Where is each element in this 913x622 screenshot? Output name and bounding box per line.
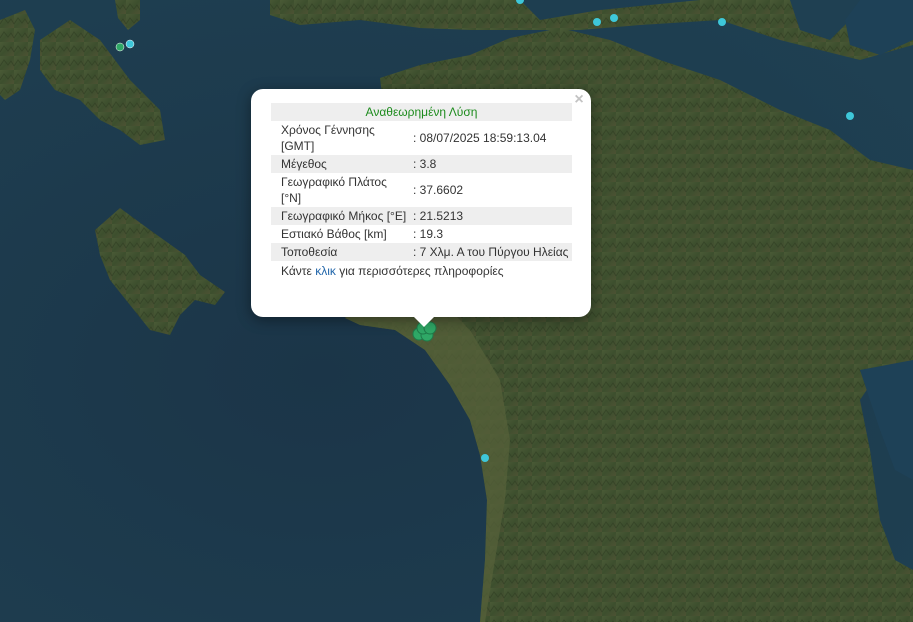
row-value: : 08/07/2025 18:59:13.04	[413, 131, 547, 145]
table-row: Τοποθεσία : 7 Χλμ. Α του Πύργου Ηλείας	[271, 243, 572, 261]
row-value: : 37.6602	[413, 183, 464, 197]
popup-title: Αναθεωρημένη Λύση	[271, 103, 572, 121]
table-row: Γεωγραφικό Πλάτος [°N] : 37.6602	[271, 173, 572, 207]
row-label: Τοποθεσία	[271, 243, 409, 261]
row-value: : 7 Χλμ. Α του Πύργου Ηλείας	[409, 243, 572, 261]
more-info-suffix: για περισσότερες πληροφορίες	[335, 264, 504, 278]
close-icon[interactable]: ×	[572, 92, 586, 108]
row-label: Γεωγραφικό Μήκος [°E]	[271, 207, 409, 225]
more-info-line: Κάντε κλικ για περισσότερες πληροφορίες	[271, 261, 572, 278]
earthquake-marker-older[interactable]	[610, 14, 618, 22]
earthquake-marker-older[interactable]	[593, 18, 601, 26]
more-info-link[interactable]: κλικ	[315, 264, 336, 278]
table-row: Μέγεθος : 3.8	[271, 155, 572, 173]
row-value: : 21.5213	[409, 207, 572, 225]
earthquake-info-popup: × Αναθεωρημένη Λύση Χρόνος Γέννησης [GMT…	[251, 89, 591, 327]
table-row: Χρόνος Γέννησης [GMT] : 08/07/2025 18:59…	[271, 121, 572, 155]
row-value: : 3.8	[409, 155, 572, 173]
table-row: Εστιακό Βάθος [km] : 19.3	[271, 225, 572, 243]
earthquake-marker-older[interactable]	[718, 18, 726, 26]
row-label: Γεωγραφικό Πλάτος [°N]	[281, 175, 387, 205]
popup-pointer	[414, 317, 434, 327]
earthquake-marker-older[interactable]	[846, 112, 854, 120]
earthquake-details-table: Χρόνος Γέννησης [GMT] : 08/07/2025 18:59…	[271, 121, 572, 261]
table-row: Γεωγραφικό Μήκος [°E] : 21.5213	[271, 207, 572, 225]
earthquake-marker-older[interactable]	[481, 454, 489, 462]
earthquake-marker-recent[interactable]	[115, 42, 125, 52]
row-label: Χρόνος Γέννησης [GMT]	[281, 123, 375, 153]
more-info-prefix: Κάντε	[281, 264, 316, 278]
row-label: Μέγεθος	[271, 155, 409, 173]
earthquake-marker-older[interactable]	[125, 39, 135, 49]
row-label: Εστιακό Βάθος [km]	[281, 227, 387, 241]
row-value: : 19.3	[413, 227, 444, 241]
